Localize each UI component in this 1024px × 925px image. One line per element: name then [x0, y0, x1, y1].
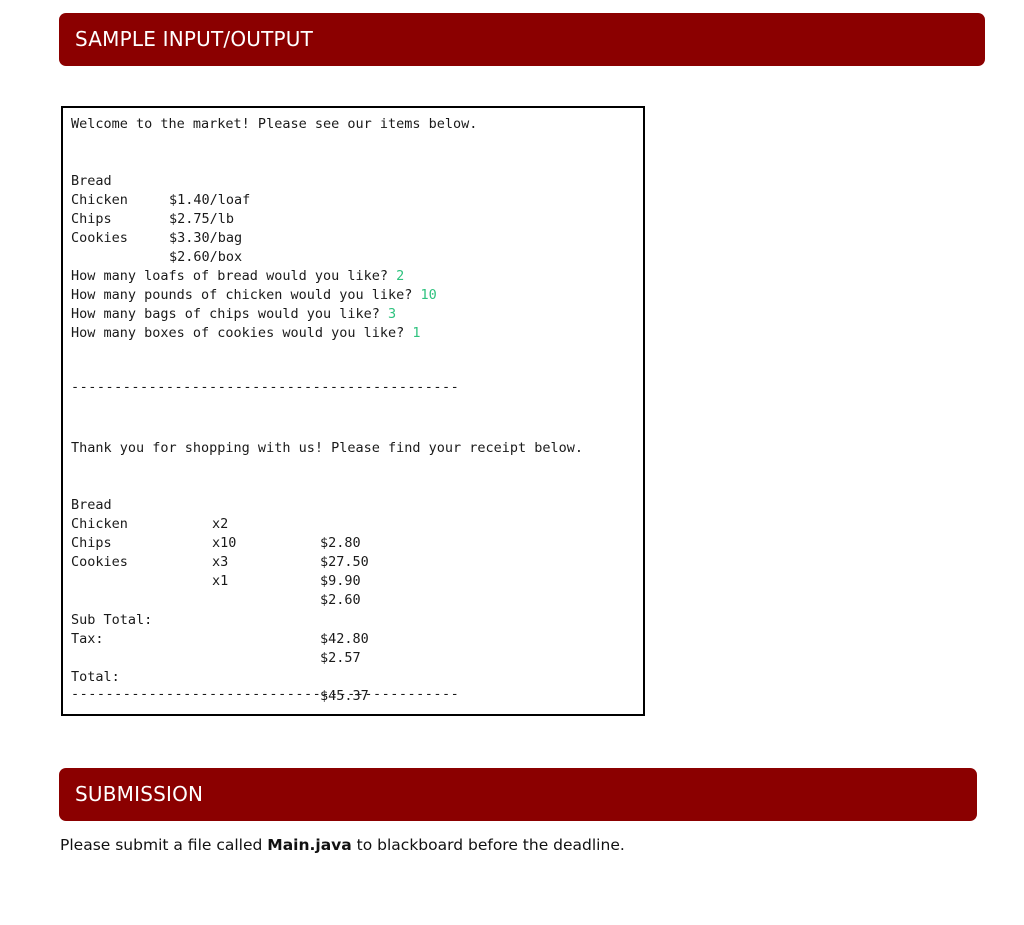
menu-price: $3.30/bag — [169, 230, 243, 246]
question-line: How many bags of chips would you like? 3 — [71, 305, 396, 324]
receipt-qty: x2 — [212, 516, 229, 532]
question-prompt: How many boxes of cookies would you like… — [71, 325, 413, 341]
receipt-row: Bread x2 $2.80 — [71, 477, 361, 551]
submission-text-before: Please submit a file called — [60, 836, 268, 854]
receipt-qty: x10 — [212, 535, 237, 551]
tax-label: Tax: — [71, 631, 104, 647]
subtotal-value: $42.80 — [320, 631, 369, 647]
section-title: SAMPLE INPUT/OUTPUT — [75, 27, 314, 51]
menu-row: Chicken $2.75/lb — [71, 172, 234, 227]
user-input-value: 1 — [412, 325, 421, 341]
submission-instructions: Please submit a file called Main.java to… — [60, 836, 625, 854]
user-input-value: 10 — [420, 287, 437, 303]
receipt-row: Chicken x10 $27.50 — [71, 496, 369, 570]
receipt-qty: x3 — [212, 554, 229, 570]
section-header-sample-io: SAMPLE INPUT/OUTPUT — [59, 13, 985, 66]
total-row: Total: $45.37 — [71, 649, 369, 704]
receipt-row: Cookies x1 $2.60 — [71, 534, 361, 608]
receipt-cost: $27.50 — [320, 554, 369, 570]
tax-row: Tax: $2.57 — [71, 611, 361, 666]
tax-value: $2.57 — [320, 650, 361, 666]
menu-price: $2.75/lb — [169, 211, 235, 227]
menu-row: Chips $3.30/bag — [71, 191, 242, 246]
section-header-submission: SUBMISSION — [59, 768, 977, 821]
menu-price: $2.60/box — [169, 249, 243, 265]
thanks-line: Thank you for shopping with us! Please f… — [71, 440, 584, 456]
receipt-cost: $2.60 — [320, 592, 361, 608]
menu-price: $1.40/loaf — [169, 192, 251, 208]
welcome-line: Welcome to the market! Please see our it… — [71, 116, 478, 132]
subtotal-row: Sub Total: $42.80 — [71, 592, 369, 647]
menu-item: Cookies — [71, 230, 128, 246]
separator-line: ----------------------------------------… — [71, 686, 460, 702]
section-title: SUBMISSION — [75, 782, 204, 806]
receipt-cost: $2.80 — [320, 535, 361, 551]
receipt-item: Cookies — [71, 554, 128, 570]
question-prompt: How many loafs of bread would you like? — [71, 268, 397, 284]
question-prompt: How many bags of chips would you like? — [71, 306, 388, 322]
total-label: Total: — [71, 669, 120, 685]
menu-row: Cookies $2.60/box — [71, 210, 242, 265]
user-input-value: 3 — [387, 306, 397, 322]
receipt-qty: x1 — [212, 573, 229, 589]
menu-row: Bread $1.40/loaf — [71, 153, 250, 208]
question-line: How many loafs of bread would you like? … — [71, 267, 404, 286]
question-line: How many boxes of cookies would you like… — [71, 324, 421, 343]
receipt-cost: $9.90 — [320, 573, 361, 589]
console-output-box: Welcome to the market! Please see our it… — [61, 106, 645, 716]
user-input-value: 2 — [396, 268, 405, 284]
question-prompt: How many pounds of chicken would you lik… — [71, 287, 421, 303]
submission-filename: Main.java — [267, 836, 352, 854]
question-line: How many pounds of chicken would you lik… — [71, 286, 437, 305]
receipt-row: Chips x3 $9.90 — [71, 515, 361, 589]
submission-text-after: to blackboard before the deadline. — [351, 836, 625, 854]
separator-line: ----------------------------------------… — [71, 379, 460, 395]
